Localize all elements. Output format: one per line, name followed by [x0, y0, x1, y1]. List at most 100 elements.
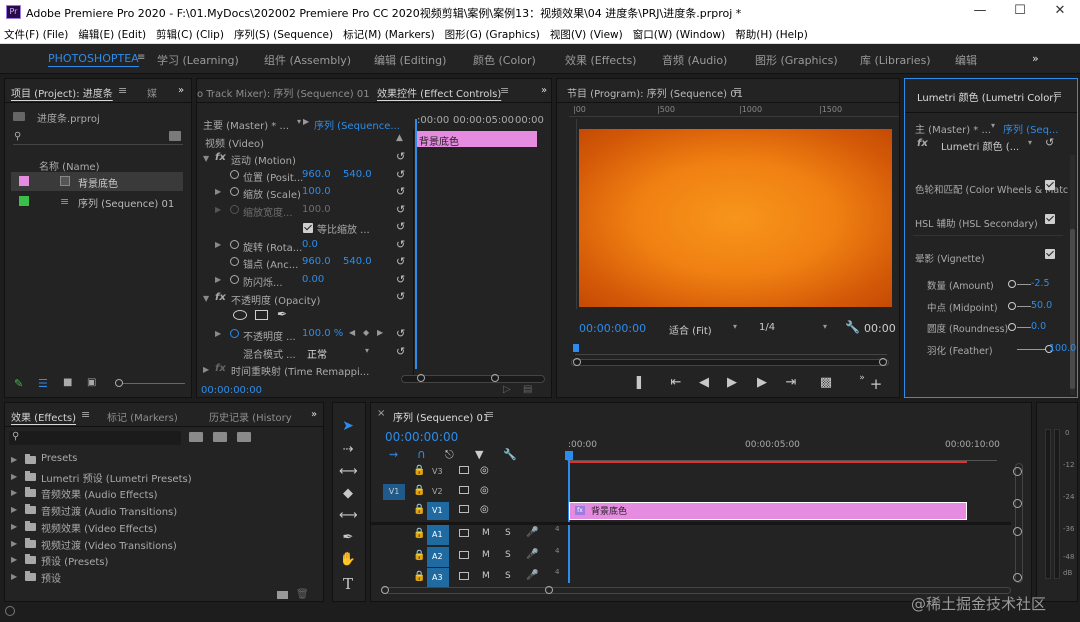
- menu-clip[interactable]: 剪辑(C) (Clip): [151, 24, 229, 42]
- workspace-audio[interactable]: 音频 (Audio): [662, 52, 727, 68]
- stopwatch-icon[interactable]: [230, 170, 239, 179]
- uniform-scale-checkbox[interactable]: [303, 223, 313, 233]
- expand-arrow-icon[interactable]: ▼: [203, 154, 209, 163]
- expand-arrow-icon[interactable]: ▶: [215, 240, 221, 249]
- lock-icon[interactable]: 🔒: [413, 504, 425, 515]
- scroll-handle-top[interactable]: [1013, 467, 1022, 476]
- vignette-checkbox[interactable]: [1045, 249, 1055, 259]
- scroll-handle-left[interactable]: [381, 586, 389, 594]
- workspace-editing-2[interactable]: 编辑: [955, 52, 977, 68]
- eye-icon[interactable]: ◎: [480, 485, 489, 496]
- solo-button[interactable]: S: [505, 550, 511, 560]
- mute-button[interactable]: M: [482, 528, 490, 538]
- expand-arrow-icon[interactable]: ▶: [215, 329, 221, 338]
- opacity-value[interactable]: 100.0 %: [302, 328, 343, 339]
- menu-edit[interactable]: 编辑(E) (Edit): [73, 24, 151, 42]
- expand-arrow-icon[interactable]: ▶: [11, 539, 17, 548]
- rotation-value[interactable]: 0.0: [302, 239, 318, 250]
- quality-dropdown[interactable]: 1/4: [759, 322, 775, 333]
- stopwatch-icon[interactable]: [230, 187, 239, 196]
- effects-list-item[interactable]: 视频效果 (Video Effects): [41, 520, 157, 535]
- lock-icon[interactable]: 🔒: [413, 465, 425, 476]
- lock-icon[interactable]: 🔒: [413, 485, 425, 496]
- microphone-icon[interactable]: 🎤: [526, 527, 538, 538]
- go-to-in-button[interactable]: ⇤: [667, 374, 685, 392]
- expand-arrow-icon[interactable]: ▶: [11, 488, 17, 497]
- filter-icon[interactable]: ▷: [503, 384, 511, 395]
- expand-arrow-icon[interactable]: ▶: [11, 522, 17, 531]
- vignette-slider-track[interactable]: [1017, 306, 1031, 307]
- expand-arrow-icon[interactable]: ▶: [215, 275, 221, 284]
- lumetri-scroll-thumb[interactable]: [1070, 229, 1075, 389]
- stopwatch-icon[interactable]: [230, 257, 239, 266]
- playhead-marker[interactable]: [573, 344, 579, 352]
- hsl-secondary-checkbox[interactable]: [1045, 214, 1055, 224]
- panel-menu-icon[interactable]: ≡: [1053, 88, 1062, 101]
- zoom-slider[interactable]: [117, 383, 185, 384]
- effects-search-input[interactable]: [9, 431, 181, 445]
- stopwatch-icon[interactable]: [230, 275, 239, 284]
- reset-icon[interactable]: ↺: [396, 327, 405, 340]
- anchor-y-value[interactable]: 540.0: [343, 256, 372, 267]
- effects-list-item[interactable]: 音频效果 (Audio Effects): [41, 486, 158, 501]
- fx-icon[interactable]: fx: [215, 292, 226, 303]
- add-marker-icon[interactable]: ▼: [475, 448, 483, 461]
- expand-arrow-icon[interactable]: ▶: [215, 187, 221, 196]
- sync-lock-icon[interactable]: [459, 551, 469, 559]
- tab-history[interactable]: 历史记录 (History: [209, 409, 292, 424]
- export-icon[interactable]: ▤: [523, 384, 532, 395]
- vignette-slider-handle[interactable]: [1008, 323, 1016, 331]
- mute-button[interactable]: M: [482, 550, 490, 560]
- reset-icon[interactable]: ↺: [396, 168, 405, 181]
- selection-tool-icon[interactable]: ➤: [339, 417, 357, 435]
- workspace-editing[interactable]: 编辑 (Editing): [374, 52, 446, 68]
- pen-tool-icon[interactable]: ✒: [339, 529, 357, 547]
- tab-effects[interactable]: 效果 (Effects): [11, 409, 76, 424]
- workspace-color[interactable]: 颜色 (Color): [473, 52, 536, 68]
- sync-lock-icon[interactable]: [459, 466, 469, 474]
- workspace-learning[interactable]: 学习 (Learning): [157, 52, 239, 68]
- menu-window[interactable]: 窗口(W) (Window): [628, 24, 731, 42]
- effects-list-item[interactable]: 预设 (Presets): [41, 553, 108, 568]
- antiflicker-value[interactable]: 0.00: [302, 274, 324, 285]
- go-to-out-button[interactable]: ⇥: [782, 374, 800, 392]
- lock-icon[interactable]: 🔒: [413, 550, 425, 561]
- master-clip-selector[interactable]: 主要 (Master) * ...: [203, 117, 289, 132]
- timeline-vertical-scroll[interactable]: [1015, 463, 1023, 583]
- timeline-settings-icon[interactable]: 🔧: [503, 448, 517, 461]
- add-keyframe-icon[interactable]: ◆: [363, 328, 369, 337]
- minimize-button[interactable]: —: [968, 3, 992, 21]
- panel-more-button[interactable]: »: [311, 409, 317, 420]
- expand-arrow-icon[interactable]: ▼: [203, 294, 209, 303]
- microphone-icon[interactable]: 🎤: [526, 549, 538, 560]
- workspace-effects[interactable]: 效果 (Effects): [565, 52, 636, 68]
- effects-list-item[interactable]: Presets: [41, 453, 77, 464]
- export-frame-button[interactable]: ▩: [817, 374, 835, 392]
- effects-list-item[interactable]: 视频过渡 (Video Transitions): [41, 537, 177, 552]
- tab-markers[interactable]: 标记 (Markers): [107, 409, 178, 424]
- project-item-name[interactable]: 序列 (Sequence) 01: [78, 195, 174, 210]
- track-name[interactable]: A1: [432, 530, 443, 539]
- scroll-handle-right[interactable]: [879, 358, 887, 366]
- program-scrollbar[interactable]: [571, 359, 889, 366]
- vignette-slider-track[interactable]: [1017, 284, 1031, 285]
- tab-media[interactable]: 媒: [147, 85, 157, 100]
- sync-lock-icon[interactable]: [459, 505, 469, 513]
- tab-sequence-01[interactable]: 序列 (Sequence) 01: [393, 409, 489, 424]
- close-tab-icon[interactable]: ×: [377, 408, 385, 419]
- panel-menu-icon[interactable]: ≡: [733, 84, 742, 97]
- new-search-bin-icon[interactable]: [169, 131, 181, 141]
- sequence-clip-selector[interactable]: 序列 (Sequence...: [314, 117, 400, 132]
- reset-icon[interactable]: ↺: [396, 150, 405, 163]
- icon-view-icon[interactable]: ■: [63, 377, 72, 388]
- reset-icon[interactable]: ↺: [396, 255, 405, 268]
- tab-effect-controls[interactable]: 效果控件 (Effect Controls): [377, 85, 501, 100]
- blend-mode-dropdown[interactable]: 正常: [307, 346, 327, 361]
- yuv-effects-icon[interactable]: [237, 432, 251, 442]
- program-timecode[interactable]: 00:00:00:00: [579, 322, 646, 335]
- slip-tool-icon[interactable]: ⟷: [339, 507, 358, 525]
- expand-arrow-icon[interactable]: ▶: [11, 455, 17, 464]
- reset-icon[interactable]: ↺: [1045, 136, 1054, 149]
- stopwatch-icon[interactable]: [230, 240, 239, 249]
- reset-icon[interactable]: ↺: [396, 345, 405, 358]
